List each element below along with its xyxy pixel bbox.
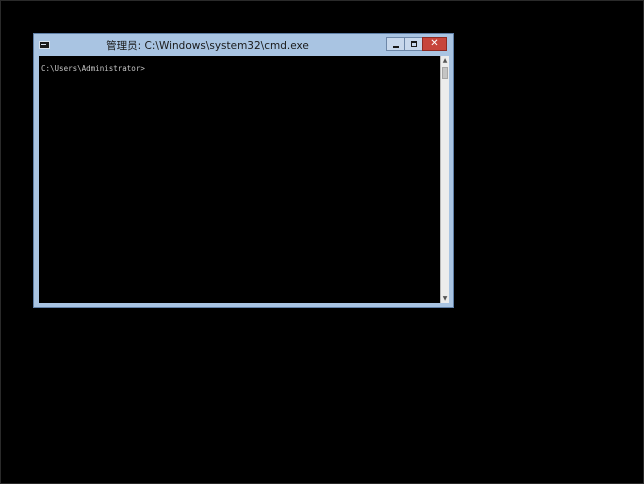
window-controls: ✕	[386, 37, 447, 51]
maximize-icon	[411, 41, 417, 47]
minimize-button[interactable]	[386, 37, 405, 51]
cmd-window[interactable]: 管理员: C:\Windows\system32\cmd.exe ✕ C:\Us…	[33, 33, 454, 308]
title-bar[interactable]: 管理员: C:\Windows\system32\cmd.exe ✕	[34, 34, 453, 56]
minimize-icon	[393, 46, 399, 48]
maximize-button[interactable]	[404, 37, 423, 51]
window-title: 管理员: C:\Windows\system32\cmd.exe	[106, 40, 309, 52]
console-output[interactable]: C:\Users\Administrator>	[39, 56, 440, 303]
close-button[interactable]: ✕	[422, 37, 447, 51]
vertical-scrollbar[interactable]: ▲ ▼	[440, 56, 449, 303]
scroll-up-icon[interactable]: ▲	[441, 56, 449, 65]
command-prompt: C:\Users\Administrator>	[41, 64, 145, 73]
scroll-thumb[interactable]	[442, 67, 448, 79]
scroll-down-icon[interactable]: ▼	[441, 294, 449, 303]
close-icon: ✕	[430, 38, 439, 49]
